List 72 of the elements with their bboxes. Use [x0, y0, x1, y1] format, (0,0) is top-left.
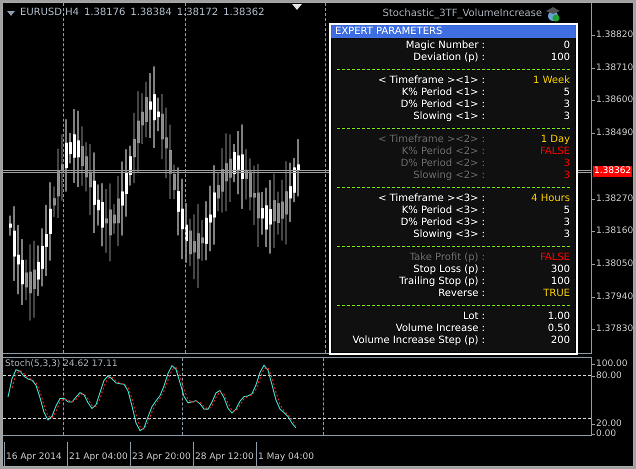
param-value: 1 Week [532, 75, 570, 87]
param-value: 5 [562, 87, 570, 99]
price-label: 1.38820 [595, 31, 634, 40]
price-label: 1.37830 [595, 325, 634, 334]
param-value: 3 [562, 111, 570, 123]
param-value: 100 [550, 52, 570, 64]
param-value: 3 [562, 229, 570, 241]
param-label: < Timeframe ><1> : [377, 75, 485, 87]
time-label: 21 Apr 04:00 [69, 452, 128, 462]
time-label: 28 Apr 12:00 [195, 452, 254, 462]
param-value: 3 [562, 217, 570, 229]
param-label: Slowing <1> : [412, 111, 485, 123]
quote-text: 1.38176 [84, 8, 126, 18]
quote-text: 1.38362 [223, 8, 264, 18]
param-label: K% Period <1> : [400, 87, 485, 99]
price-label: 1.38710 [595, 64, 634, 73]
price-label: 1.38490 [595, 129, 634, 138]
param-label: D% Period <2> : [400, 158, 485, 170]
param-value: FALSE [539, 146, 570, 158]
param-value: 4 Hours [530, 193, 570, 205]
shift-marker-icon[interactable] [292, 4, 302, 10]
level-label: 100.00 [595, 360, 628, 370]
param-value: 3 [562, 158, 570, 170]
param-value: 3 [562, 99, 570, 111]
quote-text: 1.38172 [176, 8, 218, 18]
price-label: 1.38270 [595, 194, 634, 204]
param-value: 3 [562, 170, 570, 182]
price-label: 1.38160 [595, 227, 634, 236]
param-label: K% Period <3> : [400, 205, 485, 217]
param-label: Trailing Stop (p) : [398, 276, 485, 288]
param-value: 1.00 [546, 311, 570, 323]
param-value: 0.50 [546, 323, 570, 335]
expert-icon[interactable] [545, 6, 561, 22]
param-value: 100 [550, 276, 570, 288]
param-value: 200 [550, 335, 570, 347]
param-label: Reverse : [437, 288, 485, 300]
param-label: Take Profit (p) : [408, 252, 485, 264]
param-value: 5 [562, 205, 570, 217]
price-label: 1.37940 [595, 292, 634, 302]
param-label: Slowing <3> : [412, 229, 485, 241]
level-label: 0.00 [595, 430, 616, 440]
param-label: Volume Increase Step (p) : [351, 335, 485, 347]
param-label: Deviation (p) : [412, 52, 485, 64]
param-label: Stop Loss (p) : [412, 264, 485, 276]
price-label: 1.38050 [595, 260, 634, 269]
current-price-tag: 1.38362 [593, 166, 632, 177]
param-label: D% Period <1> : [400, 99, 485, 111]
param-label: D% Period <3> : [400, 217, 485, 229]
param-label: Magic Number : [404, 40, 485, 52]
price-label: 1.38600 [595, 96, 634, 106]
param-value: 0 [562, 40, 570, 52]
param-label: < Timeframe ><3> : [377, 193, 485, 205]
symbol-label: EURUSD,H4 [20, 8, 80, 18]
param-value: FALSE [539, 252, 570, 264]
level-label: 20.00 [595, 420, 622, 430]
param-value: 1 Day [540, 134, 570, 146]
param-value: 300 [550, 264, 570, 276]
param-label: < Timeframe ><2> : [377, 134, 485, 146]
dropdown-triangle-icon[interactable] [7, 10, 15, 16]
panel-title: EXPERT PARAMETERS [331, 25, 576, 38]
indicator-label: Stoch(5,3,3) 24.62 17.11 [5, 360, 118, 370]
param-label: Volume Increase : [394, 323, 485, 335]
time-label: 16 Apr 2014 [6, 452, 62, 462]
param-label: K% Period <2> : [400, 146, 485, 158]
quote-text: 1.38384 [130, 8, 172, 18]
expert-name: Stochastic_3TF_VolumeIncrease [382, 9, 542, 19]
param-label: Slowing <2> : [412, 170, 485, 182]
param-label: Lot : [462, 311, 485, 323]
time-label: 23 Apr 20:00 [132, 452, 191, 462]
param-value: TRUE [542, 288, 570, 300]
time-label: 1 May 04:00 [258, 452, 314, 462]
level-label: 80.00 [595, 372, 622, 382]
